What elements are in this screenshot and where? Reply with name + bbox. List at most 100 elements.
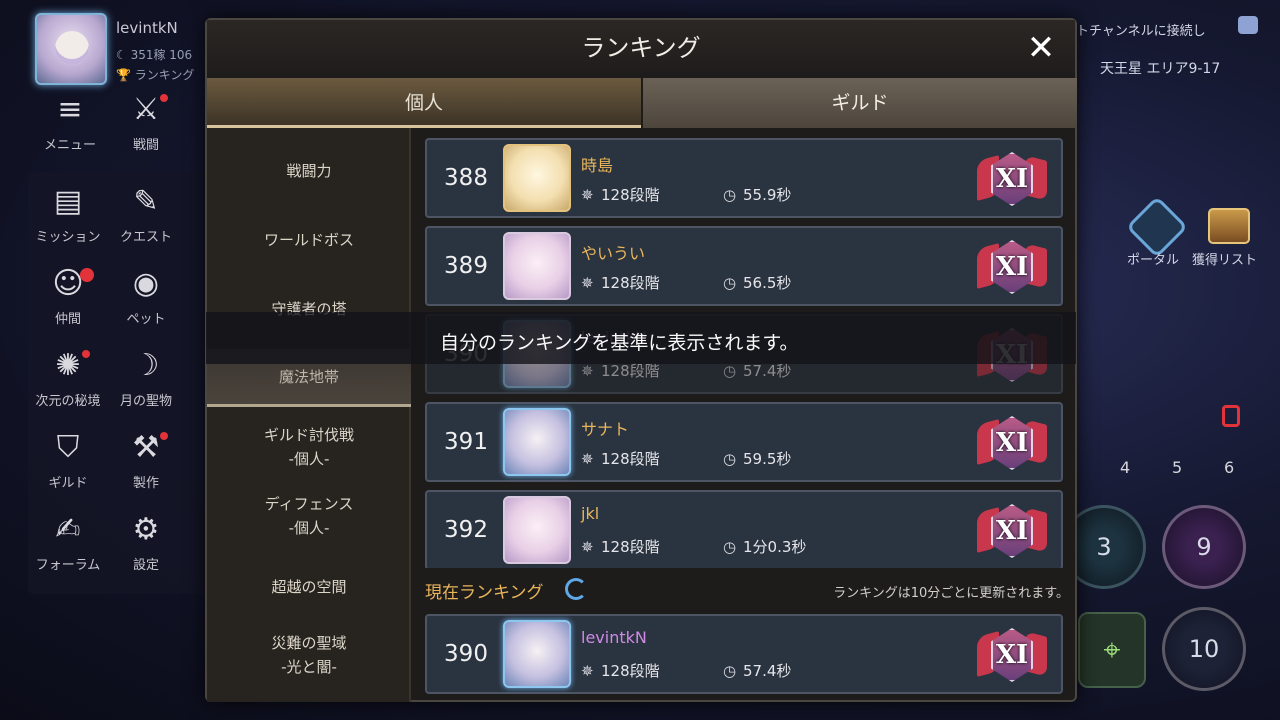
ranking-modal: ランキング ✕ 個人 ギルド 戦闘力 ワールドボス 守護者の塔 魔法地帯 ギルド… <box>205 18 1077 702</box>
stage-value: 128段階 <box>601 186 660 204</box>
companion-button[interactable]: ☺ 仲間 <box>28 266 108 336</box>
rank-tier-badge: XI <box>977 412 1047 474</box>
clear-time: 55.9秒 <box>743 186 792 204</box>
player-portrait <box>503 232 571 300</box>
lock-icon[interactable] <box>1222 405 1240 427</box>
ranking-row[interactable]: 392 jkl ✵ 128段階 ◷ 1分0.3秒 XI <box>425 490 1063 568</box>
modal-title: ランキング <box>581 34 701 62</box>
ranking-row-self[interactable]: 390 levintkN ✵ 128段階 ◷ 57.4秒 XI <box>425 314 1063 394</box>
player-portrait <box>503 496 571 564</box>
player-profile[interactable]: levintkN ☾ 351稼 106 🏆 ランキング <box>30 10 230 90</box>
ranking-list[interactable]: 388 時島 ✵ 128段階 ◷ 55.9秒 XI 389 やいうい ✵ 128段階 … <box>413 128 1075 568</box>
loot-list-label: 獲得リスト <box>1192 253 1258 268</box>
chest-icon[interactable] <box>1208 208 1250 244</box>
notification-dot <box>82 350 90 358</box>
category-guardian-tower[interactable]: 守護者の塔 <box>207 280 411 338</box>
channel-status: トチャンネルに接続し <box>1076 24 1206 39</box>
tab-personal[interactable]: 個人 <box>207 78 641 128</box>
player-name: levintkN <box>581 328 647 347</box>
egg-icon: ◉ <box>132 266 160 301</box>
ranking-row[interactable]: 388 時島 ✵ 128段階 ◷ 55.9秒 XI <box>425 138 1063 218</box>
player-avatar[interactable] <box>35 13 107 85</box>
star-icon: ✵ <box>581 362 594 380</box>
category-transcendence-space[interactable]: 超越の空間 <box>207 558 411 616</box>
quest-button[interactable]: ✎ クエスト <box>106 184 186 254</box>
clear-time: 1分0.3秒 <box>743 538 807 556</box>
player-portrait <box>503 144 571 212</box>
star-icon: ✵ <box>581 186 594 204</box>
player-name: やいうい <box>581 244 646 263</box>
map-pin-icon: ⌖ <box>1103 633 1121 668</box>
current-ranking-bar: 現在ランキング ランキングは10分ごとに更新されます。 <box>413 570 1075 610</box>
rank-tier-badge: XI <box>977 324 1047 386</box>
hamburger-icon: ≡ <box>57 92 83 127</box>
scroll-icon: ▤ <box>53 184 83 219</box>
guild-button[interactable]: ⛉ ギルド <box>28 430 108 500</box>
mission-button[interactable]: ▤ ミッション <box>28 184 108 254</box>
my-ranking-row[interactable]: 390 levintkN ✵ 128段階 ◷ 57.4秒 XI <box>425 614 1063 694</box>
skill-button-9[interactable]: 9 <box>1162 505 1246 589</box>
settings-button[interactable]: ⚙ 設定 <box>106 512 186 582</box>
clock-icon: ◷ <box>723 186 737 204</box>
moon-relic-button[interactable]: ☽ 月の聖物 <box>106 348 186 418</box>
ranking-row[interactable]: 391 サナト ✵ 128段階 ◷ 59.5秒 XI <box>425 402 1063 482</box>
category-guild-raid-personal[interactable]: ギルド討伐戦 -個人- <box>207 418 411 476</box>
clock-icon: ◷ <box>723 538 737 556</box>
stage-value: 128段階 <box>601 538 660 556</box>
close-icon[interactable]: ✕ <box>1023 30 1059 66</box>
pen-icon: ✍ <box>55 512 81 547</box>
current-ranking-label: 現在ランキング <box>425 583 544 603</box>
player-portrait <box>503 620 571 688</box>
category-defense-personal[interactable]: ディフェンス -個人- <box>207 487 411 545</box>
ranking-tabs: 個人 ギルド <box>207 78 1077 128</box>
category-magic-zone[interactable]: 魔法地帯 <box>207 349 411 407</box>
ranking-row[interactable]: 389 やいうい ✵ 128段階 ◷ 56.5秒 XI <box>425 226 1063 306</box>
star-icon: ✵ <box>581 538 594 556</box>
rank-number: 390 <box>444 641 488 667</box>
guild-banner-icon: ⛉ <box>56 430 80 465</box>
rank-number: 390 <box>444 341 488 367</box>
rank-number: 391 <box>444 429 488 455</box>
slot-number-4: 4 <box>1120 458 1131 477</box>
clock-icon: ◷ <box>723 662 737 680</box>
tab-guild[interactable]: ギルド <box>643 78 1077 128</box>
slot-number-5: 5 <box>1172 458 1183 477</box>
ranking-category-sidebar: 戦闘力 ワールドボス 守護者の塔 魔法地帯 ギルド討伐戦 -個人- ディフェンス… <box>207 128 411 702</box>
modal-header: ランキング ✕ <box>207 20 1075 78</box>
stage-value: 128段階 <box>601 274 660 292</box>
player-name: 時島 <box>581 156 614 175</box>
category-disaster-sanctuary[interactable]: 災難の聖域 -光と闇- <box>207 626 411 684</box>
star-icon: ✵ <box>581 274 594 292</box>
moon-icon: ☽ <box>132 348 160 383</box>
battle-button[interactable]: ⚔ 戦闘 <box>106 92 186 162</box>
player-portrait <box>503 320 571 388</box>
category-combat-power[interactable]: 戦闘力 <box>207 142 411 200</box>
refresh-icon[interactable] <box>565 578 587 600</box>
chat-icon[interactable] <box>1238 16 1258 34</box>
menu-button[interactable]: ≡ メニュー <box>30 92 110 162</box>
category-world-boss[interactable]: ワールドボス <box>207 211 411 269</box>
player-name: jkl <box>581 504 600 523</box>
notification-dot <box>160 432 168 440</box>
player-name: サナト <box>581 420 630 439</box>
clear-time: 57.4秒 <box>743 662 792 680</box>
skill-button-10[interactable]: 10 <box>1162 607 1246 691</box>
stage-value: 128段階 <box>601 362 660 380</box>
rank-tier-badge: XI <box>977 500 1047 562</box>
pet-button[interactable]: ◉ ペット <box>106 266 186 336</box>
star-icon: ✵ <box>581 450 594 468</box>
stage-value: 128段階 <box>601 662 660 680</box>
player-portrait <box>503 408 571 476</box>
forum-button[interactable]: ✍ フォーラム <box>28 512 108 582</box>
player-ranking-link[interactable]: 🏆 ランキング <box>116 66 194 83</box>
gear-icon: ⚙ <box>132 512 160 547</box>
craft-button[interactable]: ⚒ 製作 <box>106 430 186 500</box>
player-power: ☾ 351稼 106 <box>116 48 193 62</box>
rank-tier-badge: XI <box>977 624 1047 686</box>
dimension-button[interactable]: ✺ 次元の秘境 <box>28 348 108 418</box>
rank-tier-badge: XI <box>977 148 1047 210</box>
map-pin-button[interactable]: ⌖ <box>1078 612 1146 688</box>
rank-tier-badge: XI <box>977 236 1047 298</box>
slot-number-6: 6 <box>1224 458 1235 477</box>
star-icon: ✵ <box>581 662 594 680</box>
